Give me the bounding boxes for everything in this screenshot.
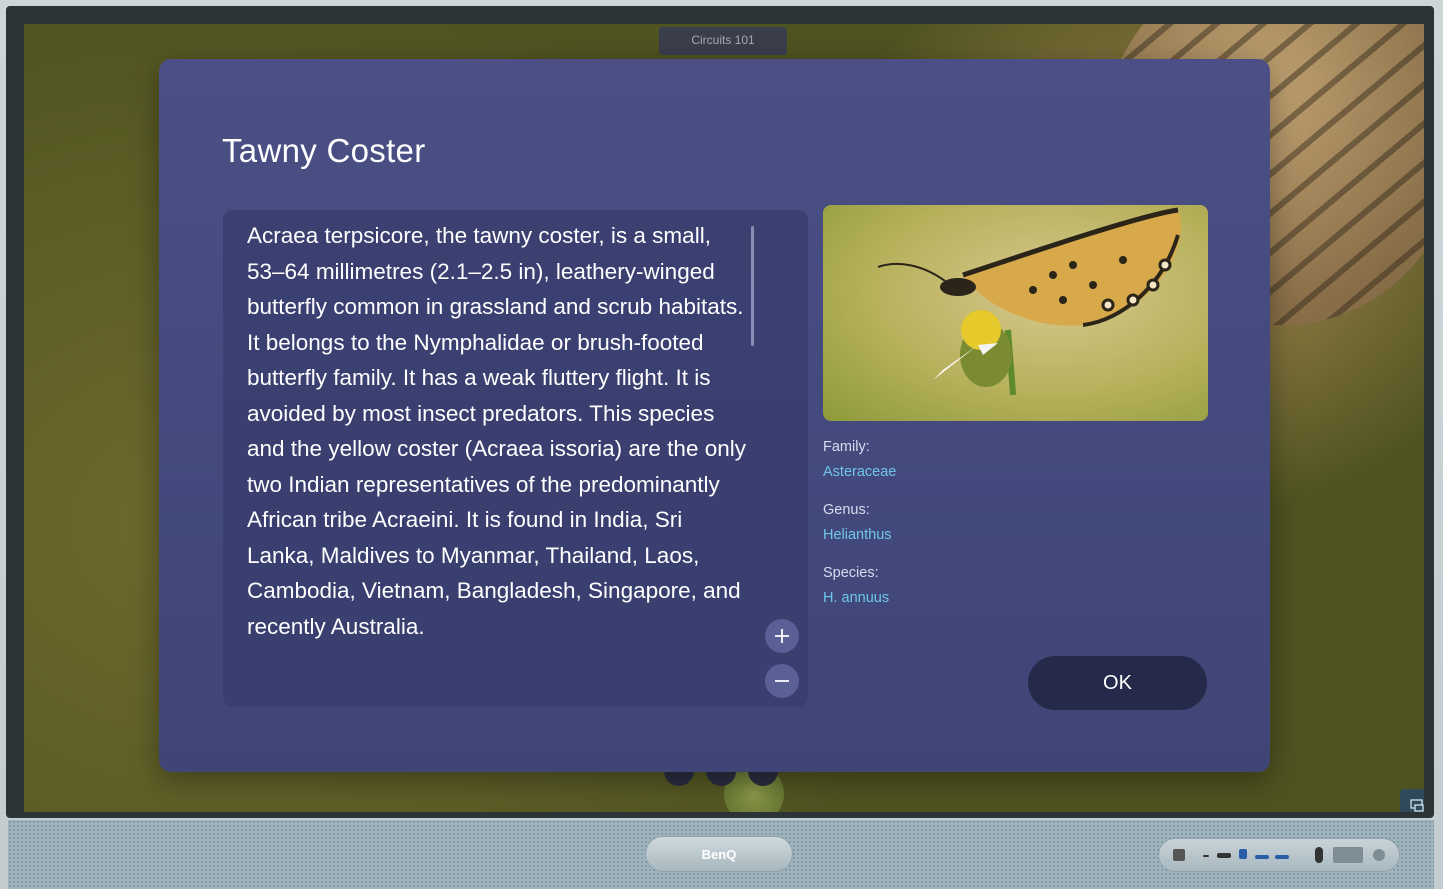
zoom-out-button[interactable] <box>765 664 799 698</box>
power-button[interactable] <box>1373 849 1385 861</box>
meta-family-label: Family: <box>823 439 870 455</box>
display-device: Circuits 101 Tawny Coster Acraea terpsic… <box>0 0 1443 889</box>
butterfly-image <box>823 205 1208 421</box>
meta-genus: Genus: Helianthus <box>823 502 892 543</box>
ok-button[interactable]: OK <box>1028 656 1207 710</box>
dialog-title: Tawny Coster <box>222 132 426 169</box>
port-indicator <box>1203 855 1209 857</box>
plus-icon <box>775 629 789 643</box>
description-panel[interactable]: Acraea terpsicore, the tawny coster, is … <box>223 210 808 707</box>
nfc-icon <box>1173 849 1185 861</box>
screen-share-icon <box>1409 799 1424 812</box>
app-title-tab[interactable]: Circuits 101 <box>659 27 787 55</box>
usb-c-port <box>1239 849 1247 859</box>
description-text: Acraea terpsicore, the tawny coster, is … <box>247 223 746 639</box>
butterfly-illustration <box>877 207 1182 396</box>
audio-jack <box>1315 847 1323 863</box>
meta-genus-value[interactable]: Helianthus <box>823 527 892 543</box>
minus-icon <box>775 680 789 682</box>
meta-species-label: Species: <box>823 565 879 581</box>
hdmi-port <box>1217 853 1231 858</box>
brand-logo: BenQ <box>645 836 793 872</box>
meta-species-value[interactable]: H. annuus <box>823 590 889 606</box>
description-scrollbar[interactable] <box>751 226 754 346</box>
meta-genus-label: Genus: <box>823 502 870 518</box>
touch-keys[interactable] <box>1333 847 1363 863</box>
usb-port <box>1255 855 1269 859</box>
meta-family-value[interactable]: Asteraceae <box>823 464 896 480</box>
meta-family: Family: Asteraceae <box>823 439 896 480</box>
meta-species: Species: H. annuus <box>823 565 889 606</box>
zoom-in-button[interactable] <box>765 619 799 653</box>
brand-logo-text: BenQ <box>701 846 737 862</box>
screen-share-button[interactable] <box>1400 789 1424 812</box>
usb-port <box>1275 855 1289 859</box>
front-port-panel <box>1158 838 1400 872</box>
info-dialog: Tawny Coster Acraea terpsicore, the tawn… <box>159 59 1270 772</box>
